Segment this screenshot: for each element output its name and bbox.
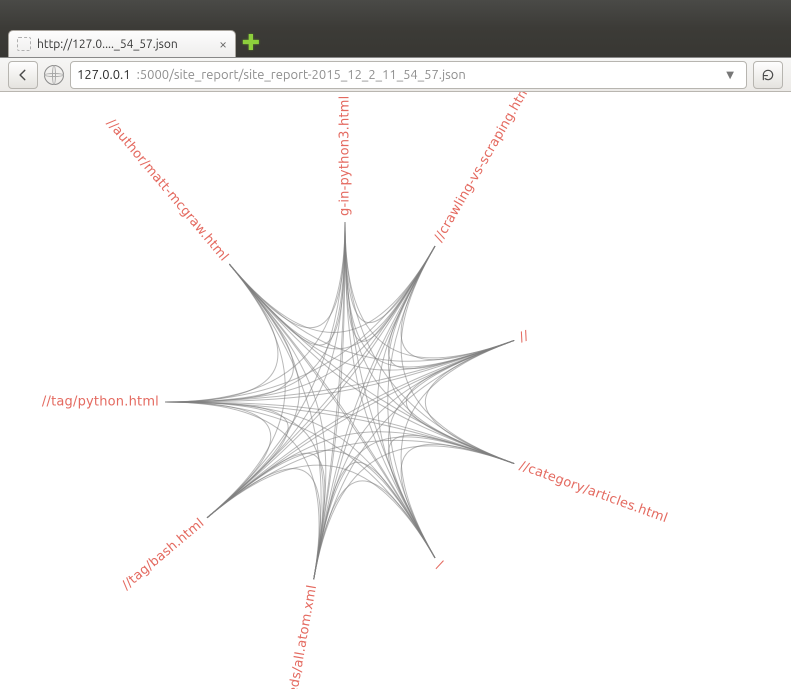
browser-tab-active[interactable]: http://127.0...._54_57.json × — [8, 30, 236, 57]
edge — [314, 437, 514, 579]
edge — [345, 222, 514, 358]
edge — [165, 402, 514, 464]
url-path: :5000/site_report/site_report-2015_12_2_… — [137, 68, 466, 82]
favicon-placeholder-icon — [17, 37, 31, 51]
edge — [314, 340, 514, 579]
node-label[interactable]: //author/matt-mcgraw.html — [103, 116, 231, 264]
node-label[interactable]: //crawling-vs-scraping.html — [432, 92, 536, 245]
tab-title: http://127.0...._54_57.json — [37, 38, 213, 51]
edge — [229, 264, 514, 463]
edge — [165, 264, 278, 402]
window-titlebar — [0, 0, 791, 28]
url-history-dropdown[interactable]: ▼ — [722, 69, 738, 81]
url-bar[interactable]: 127.0.0.1 :5000/site_report/site_report-2… — [70, 61, 747, 89]
tab-strip: http://127.0...._54_57.json × ✚ — [0, 28, 791, 58]
node-label[interactable]: //tag/bash.html — [119, 516, 207, 593]
reload-icon — [761, 68, 775, 82]
edge — [401, 246, 514, 360]
edge — [207, 222, 345, 518]
edge — [314, 340, 514, 579]
edge — [314, 222, 345, 579]
edge — [314, 222, 345, 579]
edge — [207, 222, 345, 518]
edge — [165, 402, 514, 464]
edge — [229, 222, 345, 328]
edge — [165, 402, 271, 518]
edge — [207, 469, 320, 580]
globe-icon — [44, 65, 64, 85]
node-label[interactable]: //feeds/all.atom.xml — [282, 584, 320, 689]
edge — [165, 264, 293, 402]
url-host: 127.0.0.1 — [77, 68, 131, 82]
page-content: //tag/python.html //tag/bash.html //feeds/… — [0, 92, 791, 689]
edge — [345, 222, 435, 341]
edge-group — [165, 222, 514, 579]
node-label[interactable]: //tag/python.html — [42, 395, 159, 410]
tab-close-button[interactable]: × — [219, 37, 227, 51]
node-label[interactable]: g-in-python3.html — [338, 96, 353, 216]
edge-bundle-diagram[interactable]: //tag/python.html //tag/bash.html //feeds/… — [0, 92, 791, 689]
label-group: //tag/python.html //tag/bash.html //feeds/… — [42, 92, 670, 689]
edge — [401, 444, 514, 558]
edge — [229, 264, 514, 463]
node-label[interactable]: //category/articles.html — [517, 459, 669, 527]
new-tab-button[interactable]: ✚ — [240, 33, 262, 55]
reload-button[interactable] — [753, 61, 783, 89]
navigation-toolbar: 127.0.0.1 :5000/site_report/site_report-2… — [0, 58, 791, 92]
arrow-left-icon — [16, 68, 30, 82]
node-label[interactable]: \ — [432, 559, 447, 571]
back-button[interactable] — [8, 61, 38, 89]
node-label[interactable]: // — [517, 328, 531, 345]
